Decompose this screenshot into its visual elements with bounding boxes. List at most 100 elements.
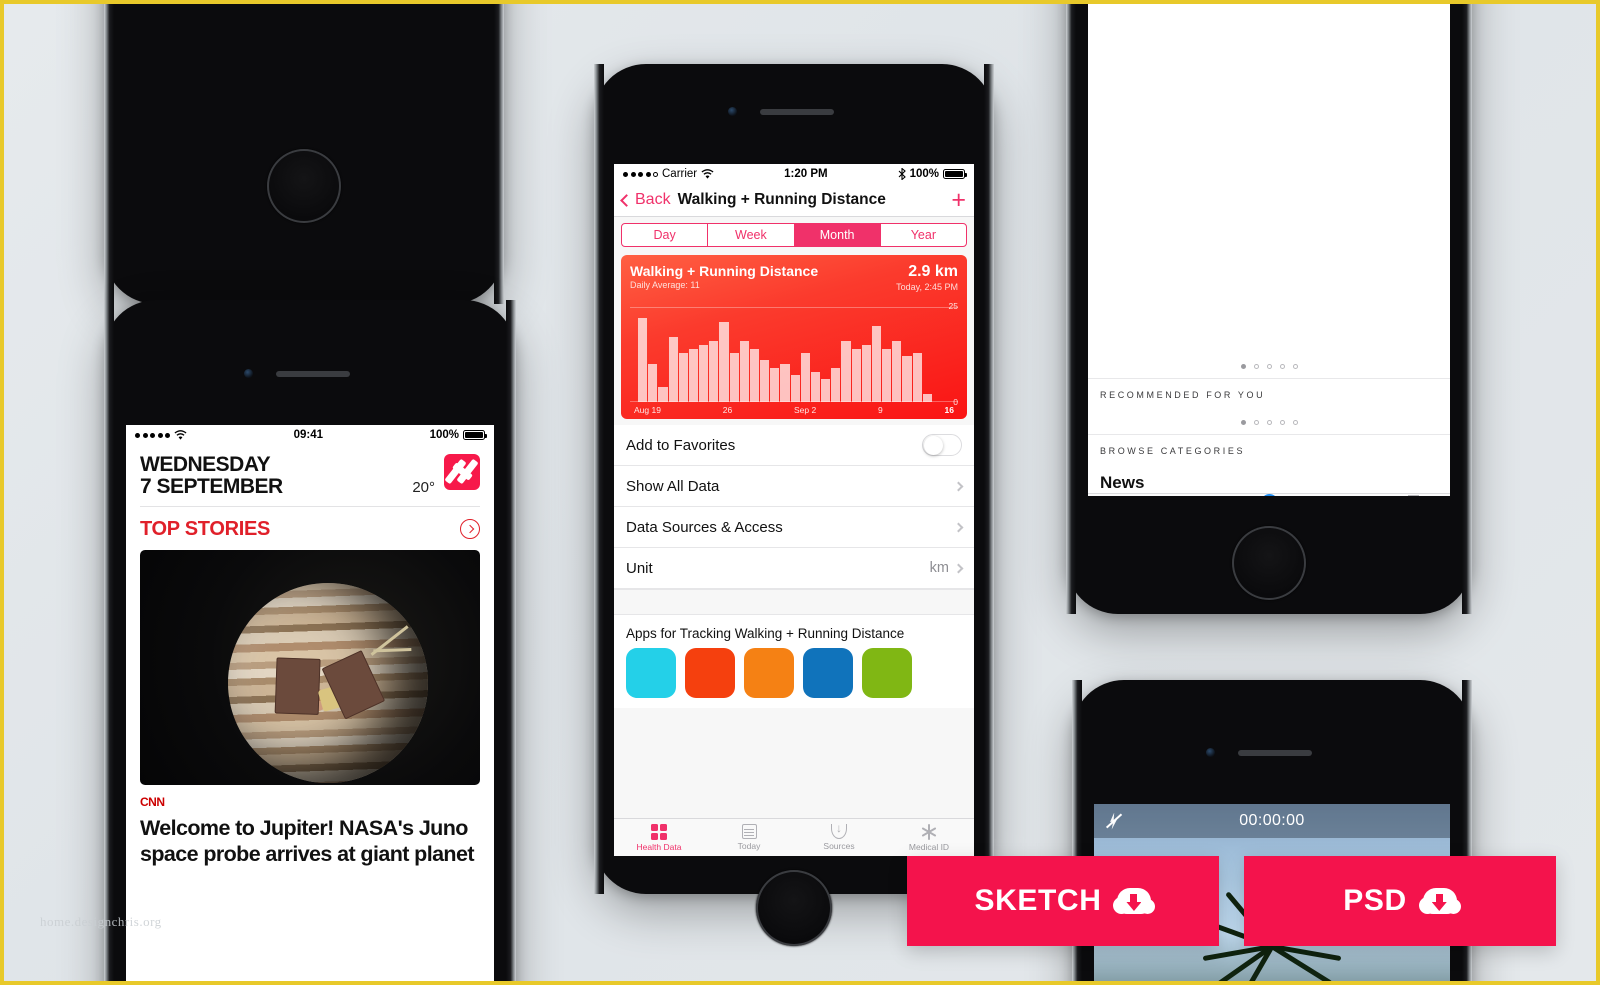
y-axis-min-label: 0 — [953, 397, 958, 407]
bluetooth-icon — [898, 168, 906, 180]
bar-7 — [709, 341, 719, 402]
bar-8 — [719, 322, 729, 402]
home-button[interactable] — [267, 149, 341, 223]
chart-subtitle: Daily Average: 11 — [630, 280, 700, 290]
bar-20 — [841, 341, 851, 402]
bar-27 — [912, 352, 922, 402]
explore-screen: AMERICAN POLITICS TECHNOLOGY ART & PHOTO… — [1088, 4, 1450, 496]
tab-search[interactable]: Search — [1305, 494, 1377, 496]
bar-11 — [749, 348, 760, 402]
article-headline[interactable]: Welcome to Jupiter! NASA's Juno space pr… — [126, 811, 494, 867]
tab-health-data[interactable]: Health Data — [614, 819, 704, 856]
bar-5 — [688, 348, 699, 402]
home-button[interactable] — [1232, 526, 1306, 600]
segment-week[interactable]: Week — [708, 224, 795, 246]
favorites-toggle[interactable] — [922, 434, 962, 456]
distance-chart-card[interactable]: Walking + Running Distance Daily Average… — [621, 255, 967, 419]
row-show-all-data[interactable]: Show All Data — [614, 466, 974, 507]
app-icon-4[interactable] — [862, 648, 912, 698]
segment-month[interactable]: Month — [794, 224, 881, 246]
x-axis-labels: Aug 19 26 Sep 2 9 16 — [630, 403, 958, 415]
row-label: Unit — [626, 559, 653, 577]
x-tick-0: Aug 19 — [634, 405, 661, 415]
cta-label: SKETCH — [974, 884, 1102, 917]
tab-for-you[interactable]: For You — [1088, 494, 1160, 496]
tab-explore[interactable]: Explore — [1233, 494, 1305, 496]
browse-item-news[interactable]: News — [1088, 466, 1450, 493]
top-stories-header: TOP STORIES — [126, 507, 494, 550]
calendar-icon — [741, 824, 757, 839]
app-icon-0[interactable] — [626, 648, 676, 698]
bar-10 — [739, 341, 749, 402]
battery-percent: 100% — [909, 168, 939, 180]
battery-percent: 100% — [429, 429, 459, 441]
distance-value: 2.9 km — [908, 263, 958, 280]
tab-favorites[interactable]: Favorites — [1160, 494, 1232, 496]
tab-bar: Health Data Today Sources Medical ID — [614, 818, 974, 856]
tab-label: Today — [737, 841, 761, 851]
apps-section-title: Apps for Tracking Walking + Running Dist… — [614, 615, 974, 648]
segment-year[interactable]: Year — [881, 224, 966, 246]
status-bar-time: 09:41 — [293, 429, 323, 441]
navigation-bar: Back Walking + Running Distance + — [614, 184, 974, 217]
bar-6 — [699, 345, 709, 402]
carrier-name: Carrier — [662, 168, 698, 180]
psd-download-button[interactable]: PSD — [1244, 856, 1556, 946]
front-camera — [728, 107, 737, 116]
compass-icon — [1260, 494, 1278, 496]
home-button[interactable] — [756, 870, 832, 946]
bar-16 — [800, 352, 810, 402]
row-unit[interactable]: Unit km — [614, 548, 974, 589]
x-tick-3: 9 — [877, 405, 883, 415]
health-screen: Carrier 1:20 PM 100% Back Walking + Runn… — [614, 164, 974, 856]
app-icon-1[interactable] — [685, 648, 735, 698]
app-icon-3[interactable] — [803, 648, 853, 698]
hero-image[interactable] — [140, 549, 480, 785]
app-icon-2[interactable] — [744, 648, 794, 698]
segmented-control[interactable]: Day Week Month Year — [621, 223, 967, 247]
bar-chart-plot: 25 0 — [630, 299, 958, 407]
bar-1 — [648, 364, 658, 402]
row-data-sources-access[interactable]: Data Sources & Access — [614, 507, 974, 548]
row-label: Add to Favorites — [626, 436, 736, 454]
row-add-to-favorites[interactable]: Add to Favorites — [614, 425, 974, 466]
tab-sources[interactable]: Sources — [794, 819, 884, 856]
tab-today[interactable]: Today — [704, 819, 794, 856]
top-pager[interactable] — [1088, 354, 1450, 378]
tab-saved[interactable]: Saved — [1378, 494, 1450, 496]
bar-26 — [902, 356, 912, 402]
bar-25 — [892, 341, 902, 402]
battery-icon — [463, 430, 487, 440]
battery-icon — [943, 169, 967, 179]
recommended-pager[interactable] — [1088, 410, 1450, 434]
search-icon — [1334, 495, 1349, 496]
bar-24 — [882, 348, 892, 402]
earpiece-speaker — [1238, 750, 1312, 756]
sketch-download-button[interactable]: SKETCH — [907, 856, 1219, 946]
back-button[interactable]: Back — [620, 191, 671, 209]
tab-medical-id[interactable]: Medical ID — [884, 819, 974, 856]
bar-2 — [658, 386, 668, 402]
tab-bar: For You Favorites Explore Search — [1088, 493, 1450, 496]
download-cloud-icon — [1418, 888, 1461, 914]
bar-13 — [770, 367, 780, 402]
chevron-left-icon — [620, 193, 633, 207]
bar-23 — [871, 326, 882, 402]
segment-day[interactable]: Day — [622, 224, 709, 246]
earpiece-speaker — [760, 109, 834, 115]
flash-off-icon[interactable] — [1106, 813, 1121, 830]
time-range-segmented-control: Day Week Month Year — [614, 217, 974, 253]
chevron-right-icon — [953, 522, 964, 532]
phone-siri — [104, 4, 504, 304]
section-title: TOP STORIES — [140, 517, 271, 540]
status-bar: 09:41 100% — [126, 425, 494, 445]
plus-icon[interactable]: + — [951, 187, 966, 212]
bar-12 — [760, 360, 770, 402]
health-grid-icon — [651, 823, 667, 840]
watermark: home.designchris.org — [40, 914, 162, 929]
page-title: Walking + Running Distance — [677, 191, 886, 208]
bar-21 — [851, 348, 861, 402]
bookmark-icon — [1408, 495, 1420, 496]
chevron-right-circle-icon[interactable] — [460, 519, 480, 540]
row-label: Data Sources & Access — [626, 518, 783, 536]
